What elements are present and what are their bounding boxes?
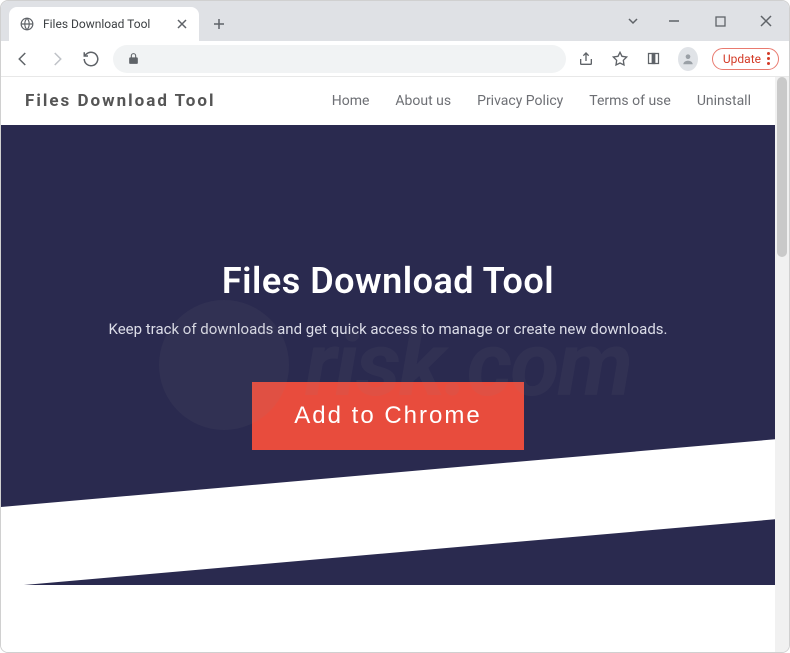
maximize-button[interactable]: [697, 1, 743, 41]
forward-button[interactable]: [45, 47, 69, 71]
hero-subtitle: Keep track of downloads and get quick ac…: [109, 318, 668, 341]
nav-about[interactable]: About us: [395, 93, 451, 109]
diagonal-divider: [1, 436, 775, 585]
window-controls: [615, 1, 789, 41]
site-header: Files Download Tool Home About us Privac…: [1, 77, 775, 125]
page-content: Files Download Tool Home About us Privac…: [1, 77, 775, 652]
browser-tab[interactable]: Files Download Tool: [9, 7, 199, 41]
new-tab-button[interactable]: [205, 10, 233, 38]
back-button[interactable]: [11, 47, 35, 71]
scrollbar-thumb[interactable]: [777, 77, 787, 257]
globe-icon: [19, 16, 35, 32]
extensions-icon[interactable]: [644, 49, 664, 69]
viewport: Files Download Tool Home About us Privac…: [1, 77, 789, 652]
close-tab-icon[interactable]: [175, 17, 189, 31]
hero-section: Files Download Tool Keep track of downlo…: [1, 125, 775, 585]
scrollbar[interactable]: [775, 77, 789, 652]
nav-terms[interactable]: Terms of use: [589, 93, 671, 109]
toolbar-right: Update: [576, 48, 779, 70]
tab-title: Files Download Tool: [43, 17, 167, 31]
hero-title: Files Download Tool: [222, 260, 554, 302]
nav-home[interactable]: Home: [332, 93, 370, 109]
close-window-button[interactable]: [743, 1, 789, 41]
profile-avatar[interactable]: [678, 49, 698, 69]
kebab-icon: [767, 52, 770, 65]
lock-icon: [125, 51, 141, 67]
minimize-button[interactable]: [651, 1, 697, 41]
tabs-dropdown-icon[interactable]: [615, 1, 651, 41]
share-icon[interactable]: [576, 49, 596, 69]
site-logo: Files Download Tool: [25, 91, 215, 111]
titlebar: Files Download Tool: [1, 1, 789, 41]
bookmark-icon[interactable]: [610, 49, 630, 69]
update-button[interactable]: Update: [712, 48, 779, 70]
address-bar[interactable]: [113, 45, 566, 73]
reload-button[interactable]: [79, 47, 103, 71]
nav-uninstall[interactable]: Uninstall: [697, 93, 751, 109]
update-label: Update: [723, 52, 761, 66]
site-nav: Home About us Privacy Policy Terms of us…: [332, 93, 751, 109]
add-to-chrome-button[interactable]: Add to Chrome: [252, 382, 523, 450]
browser-window: Files Download Tool: [0, 0, 790, 653]
nav-privacy[interactable]: Privacy Policy: [477, 93, 563, 109]
toolbar: Update: [1, 41, 789, 77]
